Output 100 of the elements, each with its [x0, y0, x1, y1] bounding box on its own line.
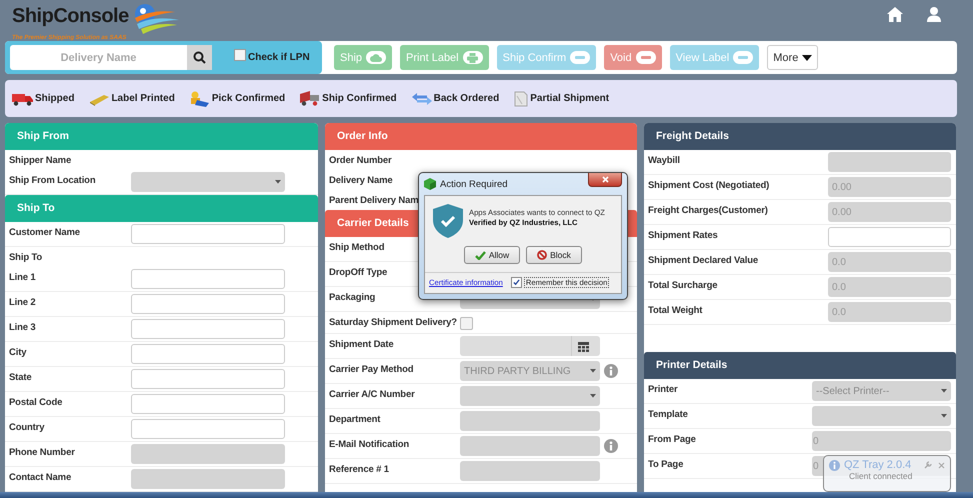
field-label: Shipper Name: [9, 154, 72, 166]
text-field[interactable]: [131, 419, 285, 439]
legend-label: Back Ordered: [434, 93, 500, 104]
search-icon: [193, 51, 206, 64]
field-label: DropOff Type: [329, 266, 388, 278]
boxes-icon: [188, 90, 211, 106]
dropdown[interactable]: [131, 172, 285, 192]
text-field[interactable]: [131, 369, 285, 389]
read-only-field[interactable]: [131, 444, 285, 464]
section-header: Ship To: [5, 195, 318, 222]
user-icon[interactable]: [927, 7, 941, 22]
text-field[interactable]: [131, 344, 285, 364]
text-field[interactable]: [131, 294, 285, 314]
dialog-button[interactable]: Allow: [464, 246, 520, 264]
field-label: Total Surcharge: [648, 279, 718, 291]
caret-icon: [941, 414, 947, 418]
field-label: Delivery Name: [329, 174, 393, 186]
action-button[interactable]: Ship Confirm: [496, 45, 596, 70]
close-button[interactable]: [588, 173, 622, 187]
field-label: Ship Method: [329, 241, 384, 253]
text-field[interactable]: [131, 224, 285, 244]
more-dropdown[interactable]: More: [767, 45, 818, 70]
truck-icon: [299, 91, 322, 106]
dropdown[interactable]: THIRD PARTY BILLING: [460, 361, 600, 381]
check-icon: [512, 279, 520, 286]
field-label: Postal Code: [9, 396, 62, 408]
dropdown[interactable]: --Select Printer--: [812, 381, 951, 401]
checkbox[interactable]: [510, 277, 522, 288]
dropdown[interactable]: [460, 386, 600, 406]
text-field[interactable]: [828, 227, 951, 247]
info-icon[interactable]: [604, 439, 618, 453]
search-field[interactable]: Delivery Name: [10, 45, 187, 70]
read-only-field[interactable]: [828, 152, 951, 172]
caret-icon: [802, 54, 812, 60]
read-only-field[interactable]: [131, 469, 285, 489]
field-label: Line 2: [9, 296, 36, 308]
field-label: Shipment Rates: [648, 229, 718, 241]
field-label: Customer Name: [9, 226, 80, 238]
field-label: Packaging: [329, 291, 376, 303]
action-button[interactable]: Void: [604, 45, 662, 70]
text-field[interactable]: [131, 319, 285, 339]
field-label: From Page: [648, 433, 696, 445]
stop-icon: [537, 250, 548, 260]
check-icon: [474, 250, 486, 260]
section-header: Printer Details: [644, 352, 956, 379]
cloud-icon: [370, 54, 382, 62]
field-label: State: [9, 371, 32, 383]
dialog-button[interactable]: Block: [526, 246, 582, 264]
info-icon[interactable]: [604, 364, 618, 378]
read-only-field[interactable]: 0.00: [828, 202, 951, 222]
checkbox[interactable]: [234, 48, 246, 60]
field-label: Reference # 1: [329, 463, 389, 475]
legend-label: Shipped: [35, 93, 74, 104]
close-icon[interactable]: [938, 462, 945, 468]
caret-icon: [941, 389, 947, 393]
field-label: Phone Number: [9, 446, 75, 458]
read-only-field[interactable]: [460, 436, 600, 456]
action-button[interactable]: View Label: [670, 45, 760, 70]
read-only-field[interactable]: [460, 461, 600, 481]
checkbox-label: Check if LPN: [248, 52, 310, 63]
close-icon: [602, 176, 608, 183]
text-field[interactable]: [131, 269, 285, 289]
legend-label: Label Printed: [111, 93, 175, 104]
section-header: Order Info: [325, 123, 637, 150]
checkbox[interactable]: [460, 317, 473, 330]
read-only-field[interactable]: [460, 411, 600, 431]
dialog-title: Action Required: [440, 178, 508, 190]
action-button[interactable]: Ship: [334, 45, 392, 70]
notification-title: QZ Tray 2.0.4: [844, 459, 912, 471]
field-label: Line 3: [9, 321, 36, 333]
caret-icon: [275, 180, 281, 184]
printer-icon: [467, 52, 478, 62]
minus-icon: [640, 56, 651, 59]
shield-check-icon: [433, 204, 463, 238]
read-only-field[interactable]: 0.0: [828, 252, 951, 272]
field-label: Line 1: [9, 271, 36, 283]
home-icon[interactable]: [887, 7, 903, 22]
info-icon: [829, 460, 840, 470]
search-button[interactable]: [187, 45, 212, 70]
field-label: Order Number: [329, 154, 392, 166]
dropdown[interactable]: [812, 406, 951, 426]
legend-label: Pick Confirmed: [212, 93, 286, 104]
truck-icon: [12, 92, 34, 106]
arrows-icon: [410, 92, 433, 106]
field-label: Country: [9, 421, 44, 433]
read-only-field[interactable]: 0.0: [828, 302, 951, 322]
text-field[interactable]: [131, 394, 285, 414]
cube-icon: [424, 178, 436, 190]
read-only-field[interactable]: 0.00: [828, 177, 951, 197]
read-only-field[interactable]: 0: [812, 431, 951, 451]
field-label: Shipment Declared Value: [648, 254, 758, 266]
action-button[interactable]: Print Label: [400, 45, 489, 70]
field-label: Total Weight: [648, 304, 702, 316]
field-label: Parent Delivery Nam: [329, 194, 419, 206]
date-field[interactable]: [460, 336, 600, 356]
document-icon: [513, 90, 530, 106]
wrench-icon[interactable]: [924, 461, 932, 469]
field-label: Printer: [648, 383, 678, 395]
read-only-field[interactable]: 0.0: [828, 277, 951, 297]
field-label: Ship From Location: [9, 174, 96, 186]
